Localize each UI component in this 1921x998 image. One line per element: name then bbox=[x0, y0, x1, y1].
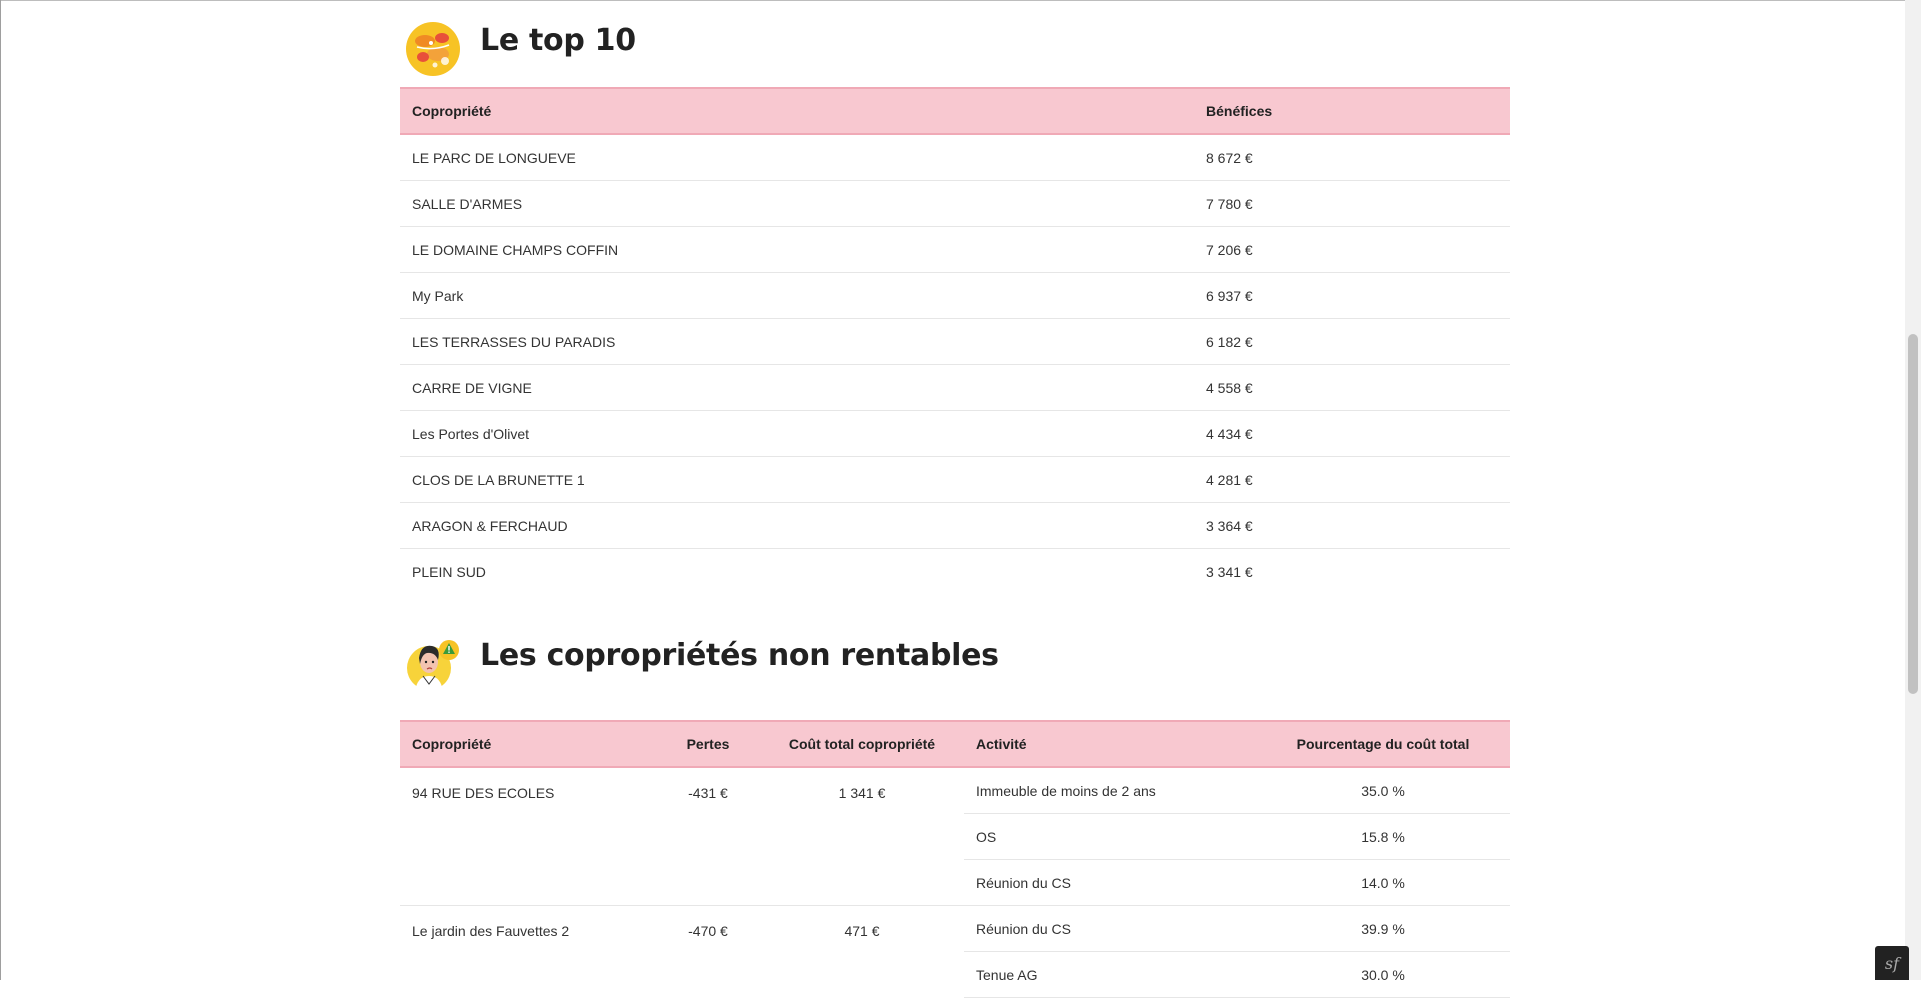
benefice-value: 4 281 € bbox=[1194, 456, 1510, 503]
activite-label: Tenue AG bbox=[964, 951, 1256, 998]
worried-person-warning-icon bbox=[407, 640, 459, 692]
copro-name: Le jardin des Fauvettes 2 bbox=[412, 923, 570, 939]
benefice-value: 8 672 € bbox=[1194, 134, 1510, 181]
copro-name: 94 RUE DES ECOLES bbox=[400, 767, 656, 906]
col-header-pourcentage: Pourcentage du coût total bbox=[1256, 720, 1510, 768]
pourcentage-value: 15.8 % bbox=[1256, 813, 1510, 860]
activite-label: Réunion du CS bbox=[964, 859, 1256, 906]
table-row: ARAGON & FERCHAUD 3 364 € bbox=[400, 502, 1510, 549]
copro-name: CLOS DE LA BRUNETTE 1 bbox=[400, 456, 1194, 503]
table-row: CLOS DE LA BRUNETTE 14 281 € bbox=[400, 456, 1510, 503]
table-row: SALLE D'ARMES 7 780 € bbox=[400, 180, 1510, 227]
symfony-toolbar-button[interactable]: sf bbox=[1875, 946, 1909, 980]
benefice-value: 6 182 € bbox=[1194, 318, 1510, 365]
symfony-icon: sf bbox=[1884, 953, 1900, 973]
table-row: Le jardin des Fauvettes 2 -470 € 471 € R… bbox=[400, 905, 1510, 952]
top10-table: Copropriété Bénéfices LE PARC DE LONGUEV… bbox=[400, 87, 1510, 594]
pourcentage-value: 30.0 % bbox=[1256, 951, 1510, 998]
activite-label: Réunion du CS bbox=[964, 905, 1256, 952]
food-bowl-icon bbox=[406, 22, 460, 76]
copro-name: LE DOMAINE CHAMPS COFFIN bbox=[400, 226, 1194, 273]
table-row: 94 RUE DES ECOLES -431 € 1 341 € Immeubl… bbox=[400, 767, 1510, 906]
activite-label: Immeuble de moins de 2 ans bbox=[964, 767, 1256, 814]
copro-name: CARRE DE VIGNE bbox=[400, 364, 1194, 411]
table-row: LE PARC DE LONGUEVE 8 672 € bbox=[400, 134, 1510, 181]
pertes-value: -431 € bbox=[656, 767, 760, 906]
table-row: My Park 6 937 € bbox=[400, 272, 1510, 319]
benefice-value: 4 434 € bbox=[1194, 410, 1510, 457]
top10-header-row: Copropriété Bénéfices bbox=[400, 87, 1510, 135]
col-header-activite: Activité bbox=[964, 720, 1256, 768]
cout-value: 471 € bbox=[844, 923, 880, 939]
col-header-pertes: Pertes bbox=[656, 720, 760, 768]
benefice-value: 3 364 € bbox=[1194, 502, 1510, 549]
table-row: Les Portes d'Olivet 4 434 € bbox=[400, 410, 1510, 457]
loss-table: Copropriété Pertes Coût total copropriét… bbox=[400, 720, 1510, 998]
main-content: Le top 10 Copropriété Bénéfices LE PARC … bbox=[400, 0, 1510, 998]
scrollbar-track[interactable] bbox=[1905, 0, 1921, 980]
cout-value: 1 341 € bbox=[760, 767, 964, 906]
col-header-copro: Copropriété bbox=[400, 87, 1194, 135]
copro-name: Les Portes d'Olivet bbox=[400, 410, 1194, 457]
benefice-value: 4 558 € bbox=[1194, 364, 1510, 411]
top10-title: Le top 10 bbox=[480, 23, 636, 58]
table-row: PLEIN SUD 3 341 € bbox=[400, 549, 1510, 595]
pourcentage-value: 14.0 % bbox=[1256, 859, 1510, 906]
col-header-cout: Coût total copropriété bbox=[760, 720, 964, 768]
pourcentage-value: 39.9 % bbox=[1256, 905, 1510, 952]
copro-name: LE PARC DE LONGUEVE bbox=[400, 134, 1194, 181]
table-row: CARRE DE VIGNE 4 558 € bbox=[400, 364, 1510, 411]
benefice-value: 7 780 € bbox=[1194, 180, 1510, 227]
copro-name: My Park bbox=[400, 272, 1194, 319]
window-left-border bbox=[0, 0, 1, 980]
benefice-value: 3 341 € bbox=[1206, 563, 1253, 580]
copro-name: ARAGON & FERCHAUD bbox=[400, 502, 1194, 549]
loss-title: Les copropriétés non rentables bbox=[480, 638, 999, 673]
loss-header-row: Copropriété Pertes Coût total copropriét… bbox=[400, 720, 1510, 768]
scrollbar-thumb[interactable] bbox=[1908, 334, 1918, 694]
activite-label: OS bbox=[964, 813, 1256, 860]
benefice-value: 6 937 € bbox=[1194, 272, 1510, 319]
table-row: LE DOMAINE CHAMPS COFFIN 7 206 € bbox=[400, 226, 1510, 273]
pourcentage-value: 35.0 % bbox=[1256, 767, 1510, 814]
loss-header: Les copropriétés non rentables bbox=[400, 634, 1510, 720]
col-header-benefices: Bénéfices bbox=[1194, 87, 1510, 135]
copro-name: PLEIN SUD bbox=[412, 563, 486, 580]
table-row: LES TERRASSES DU PARADIS 6 182 € bbox=[400, 318, 1510, 365]
pertes-value: -470 € bbox=[688, 923, 728, 939]
benefice-value: 7 206 € bbox=[1194, 226, 1510, 273]
copro-name: LES TERRASSES DU PARADIS bbox=[400, 318, 1194, 365]
copro-name: SALLE D'ARMES bbox=[400, 180, 1194, 227]
col-header-copro: Copropriété bbox=[400, 720, 656, 768]
top10-header: Le top 10 bbox=[400, 19, 1510, 87]
